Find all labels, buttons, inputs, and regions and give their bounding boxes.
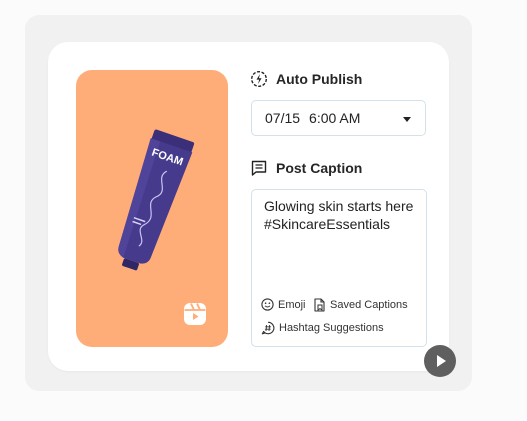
hashtag-suggestions-label: Hashtag Suggestions [279, 322, 384, 334]
smiley-icon [261, 298, 274, 311]
post-caption-title: Post Caption [276, 160, 363, 176]
caption-document-icon [251, 160, 267, 176]
publish-datetime-select[interactable]: 07/15 6:00 AM [251, 100, 426, 136]
reels-icon [184, 303, 206, 325]
caption-text: Glowing skin starts here #SkincareEssent… [264, 197, 422, 233]
emoji-button[interactable]: Emoji [261, 298, 306, 311]
play-icon [437, 355, 446, 367]
hashtag-suggestions-button[interactable]: Hashtag Suggestions [261, 321, 384, 335]
saved-captions-label: Saved Captions [330, 299, 408, 311]
play-button[interactable] [424, 345, 456, 377]
caption-textarea[interactable]: Glowing skin starts here #SkincareEssent… [251, 189, 427, 347]
caption-line-2: #SkincareEssentials [264, 216, 391, 232]
emoji-label: Emoji [278, 298, 306, 311]
hashtag-bubble-icon [261, 321, 275, 335]
caption-line-1: Glowing skin starts here [264, 198, 414, 214]
clock-lightning-icon [250, 70, 268, 88]
publish-date-value: 07/15 [265, 110, 301, 126]
auto-publish-title: Auto Publish [276, 71, 363, 87]
auto-publish-heading: Auto Publish [250, 70, 362, 88]
saved-document-icon [314, 298, 325, 312]
post-preview[interactable]: FOAM [76, 70, 228, 347]
chevron-down-icon [403, 117, 411, 122]
publish-time-value: 6:00 AM [309, 110, 361, 126]
post-caption-heading: Post Caption [250, 159, 362, 177]
saved-captions-button[interactable]: Saved Captions [313, 298, 408, 312]
